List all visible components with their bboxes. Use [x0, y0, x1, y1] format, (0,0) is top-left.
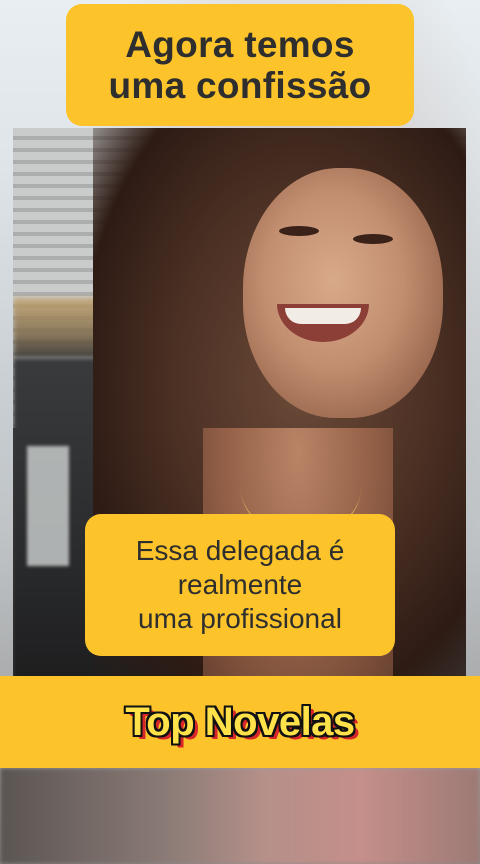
background-paper	[27, 446, 69, 566]
caption-middle-text: Essa delegada é realmente uma profission…	[136, 534, 345, 636]
person-eye-left	[279, 226, 319, 236]
caption-middle: Essa delegada é realmente uma profission…	[85, 514, 395, 656]
brand-banner: Top Novelas	[0, 676, 480, 768]
brand-title: Top Novelas	[125, 699, 355, 744]
caption-top-text: Agora temos uma confissão	[109, 24, 372, 106]
person-teeth	[285, 308, 361, 324]
caption-top-line-1: Agora temos	[125, 24, 355, 65]
caption-top: Agora temos uma confissão	[66, 4, 414, 126]
caption-middle-line-2: realmente	[177, 569, 303, 600]
blurred-background-bottom	[0, 768, 480, 864]
person-eye-right	[353, 234, 393, 244]
caption-middle-line-3: uma profissional	[138, 603, 342, 634]
caption-top-line-2: uma confissão	[108, 65, 372, 106]
person-face	[243, 168, 443, 418]
caption-middle-line-1: Essa delegada é	[135, 535, 345, 566]
